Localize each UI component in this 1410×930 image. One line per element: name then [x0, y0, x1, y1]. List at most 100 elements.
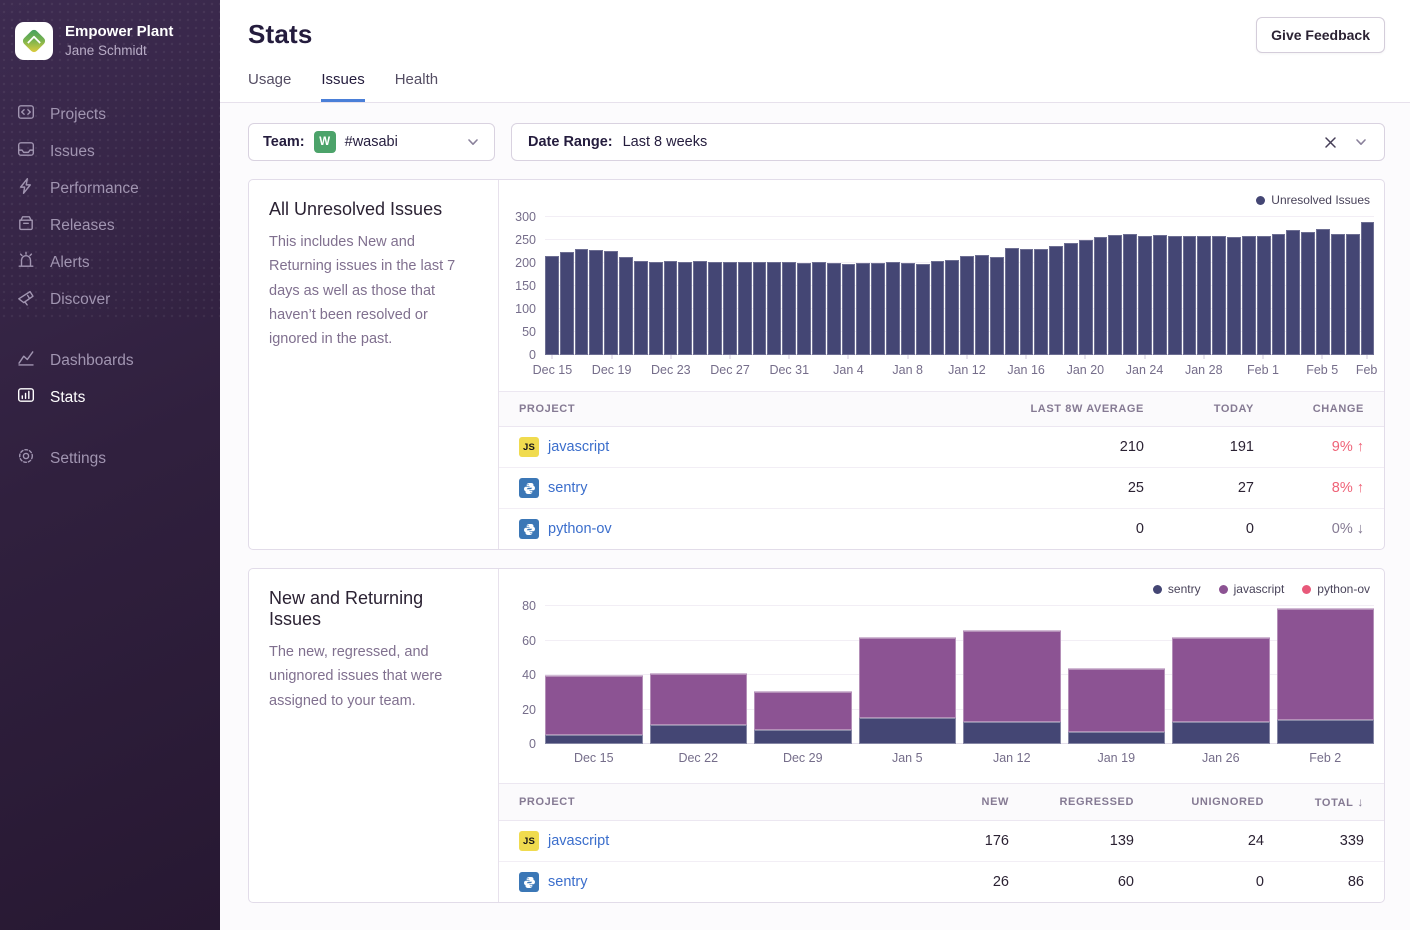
- bar-unresolved-11[interactable]: [708, 262, 722, 355]
- column-header-today[interactable]: TODAY: [1164, 392, 1274, 427]
- close-icon[interactable]: [1324, 136, 1337, 149]
- bar-unresolved-22[interactable]: [871, 263, 885, 355]
- bar-unresolved-3[interactable]: [589, 250, 603, 355]
- stacked-bar-jan-19[interactable]: [1068, 606, 1166, 744]
- bar-unresolved-32[interactable]: [1020, 249, 1034, 355]
- bar-unresolved-7[interactable]: [649, 262, 663, 355]
- stacked-bar-jan-5[interactable]: [859, 606, 957, 744]
- bar-unresolved-47[interactable]: [1242, 236, 1256, 355]
- bar-unresolved-12[interactable]: [723, 262, 737, 355]
- sidebar-item-projects[interactable]: Projects: [0, 96, 220, 133]
- sidebar-item-discover[interactable]: Discover: [0, 281, 220, 318]
- sidebar-item-settings[interactable]: Settings: [0, 440, 220, 477]
- bar-unresolved-0[interactable]: [545, 256, 559, 355]
- bar-unresolved-55[interactable]: [1361, 222, 1375, 355]
- bar-unresolved-23[interactable]: [886, 262, 900, 355]
- bar-unresolved-18[interactable]: [812, 262, 826, 355]
- segment-javascript: [545, 675, 643, 735]
- sidebar-item-stats[interactable]: Stats: [0, 379, 220, 416]
- bar-unresolved-4[interactable]: [604, 251, 618, 355]
- bar-unresolved-41[interactable]: [1153, 235, 1167, 355]
- stacked-bar-dec-29[interactable]: [754, 606, 852, 744]
- bar-unresolved-52[interactable]: [1316, 229, 1330, 356]
- bar-unresolved-17[interactable]: [797, 263, 811, 355]
- bar-unresolved-1[interactable]: [560, 252, 574, 355]
- team-filter[interactable]: Team: W #wasabi: [248, 123, 495, 161]
- bar-unresolved-21[interactable]: [856, 263, 870, 355]
- sidebar-item-issues[interactable]: Issues: [0, 133, 220, 170]
- bar-unresolved-8[interactable]: [664, 261, 678, 355]
- chevron-down-icon[interactable]: [1354, 135, 1368, 149]
- column-header-project[interactable]: PROJECT: [499, 392, 994, 427]
- bar-unresolved-29[interactable]: [975, 255, 989, 355]
- bar-unresolved-19[interactable]: [827, 263, 841, 355]
- stacked-bar-dec-15[interactable]: [545, 606, 643, 744]
- bar-unresolved-6[interactable]: [634, 261, 648, 355]
- bar-unresolved-37[interactable]: [1094, 237, 1108, 355]
- column-header-change[interactable]: CHANGE: [1274, 392, 1384, 427]
- column-header-new[interactable]: NEW: [919, 784, 1029, 821]
- bar-unresolved-34[interactable]: [1049, 246, 1063, 355]
- column-header-last-8w-average[interactable]: LAST 8W AVERAGE: [994, 392, 1164, 427]
- sidebar-item-dashboards[interactable]: Dashboards: [0, 342, 220, 379]
- bar-unresolved-30[interactable]: [990, 257, 1004, 355]
- sidebar-item-alerts[interactable]: Alerts: [0, 244, 220, 281]
- stacked-bar-feb-2[interactable]: [1277, 606, 1375, 744]
- project-link[interactable]: sentry: [548, 874, 588, 890]
- sidebar-item-releases[interactable]: Releases: [0, 207, 220, 244]
- stacked-bar-dec-22[interactable]: [650, 606, 748, 744]
- bar-unresolved-44[interactable]: [1197, 236, 1211, 355]
- bar-unresolved-33[interactable]: [1034, 249, 1048, 355]
- give-feedback-button[interactable]: Give Feedback: [1256, 17, 1385, 53]
- bar-unresolved-40[interactable]: [1138, 236, 1152, 355]
- bar-unresolved-5[interactable]: [619, 257, 633, 355]
- column-header-unignored[interactable]: UNIGNORED: [1154, 784, 1284, 821]
- tab-health[interactable]: Health: [395, 71, 438, 102]
- stacked-bar-jan-26[interactable]: [1172, 606, 1270, 744]
- column-header-total[interactable]: TOTAL ↓: [1284, 784, 1384, 821]
- bar-unresolved-15[interactable]: [767, 262, 781, 355]
- bar-unresolved-53[interactable]: [1331, 234, 1345, 355]
- bar-unresolved-35[interactable]: [1064, 243, 1078, 355]
- bar-unresolved-43[interactable]: [1183, 236, 1197, 355]
- bar-unresolved-14[interactable]: [753, 262, 767, 355]
- bar-unresolved-48[interactable]: [1257, 236, 1271, 355]
- bar-unresolved-51[interactable]: [1301, 232, 1315, 355]
- bar-unresolved-13[interactable]: [738, 262, 752, 355]
- project-link[interactable]: sentry: [548, 480, 588, 496]
- project-link[interactable]: python-ov: [548, 521, 612, 537]
- project-link[interactable]: javascript: [548, 833, 609, 849]
- tab-usage[interactable]: Usage: [248, 71, 291, 102]
- bar-unresolved-10[interactable]: [693, 261, 707, 355]
- bar-unresolved-2[interactable]: [575, 249, 589, 355]
- bar-unresolved-28[interactable]: [960, 256, 974, 355]
- value-cell: 0: [1154, 862, 1284, 903]
- bar-unresolved-42[interactable]: [1168, 236, 1182, 355]
- date-range-filter[interactable]: Date Range: Last 8 weeks: [511, 123, 1385, 161]
- bar-unresolved-50[interactable]: [1286, 230, 1300, 355]
- bar-unresolved-54[interactable]: [1346, 234, 1360, 355]
- bar-unresolved-25[interactable]: [916, 264, 930, 355]
- bar-unresolved-9[interactable]: [678, 262, 692, 355]
- sidebar-item-label: Stats: [50, 389, 85, 407]
- bar-unresolved-49[interactable]: [1272, 234, 1286, 355]
- column-header-regressed[interactable]: REGRESSED: [1029, 784, 1154, 821]
- legend-dot-icon: [1256, 196, 1265, 205]
- bar-unresolved-36[interactable]: [1079, 240, 1093, 355]
- project-link[interactable]: javascript: [548, 439, 609, 455]
- bar-unresolved-39[interactable]: [1123, 234, 1137, 355]
- bar-unresolved-24[interactable]: [901, 263, 915, 355]
- bar-unresolved-31[interactable]: [1005, 248, 1019, 355]
- bar-unresolved-27[interactable]: [945, 260, 959, 355]
- column-header-project[interactable]: PROJECT: [499, 784, 919, 821]
- bar-unresolved-16[interactable]: [782, 262, 796, 355]
- bar-unresolved-46[interactable]: [1227, 237, 1241, 355]
- org-switcher[interactable]: Empower Plant Jane Schmidt: [0, 0, 220, 80]
- bar-unresolved-20[interactable]: [842, 264, 856, 355]
- bar-unresolved-45[interactable]: [1212, 236, 1226, 355]
- bar-unresolved-38[interactable]: [1108, 235, 1122, 355]
- bar-unresolved-26[interactable]: [931, 261, 945, 355]
- stacked-bar-jan-12[interactable]: [963, 606, 1061, 744]
- tab-issues[interactable]: Issues: [321, 71, 364, 102]
- sidebar-item-performance[interactable]: Performance: [0, 170, 220, 207]
